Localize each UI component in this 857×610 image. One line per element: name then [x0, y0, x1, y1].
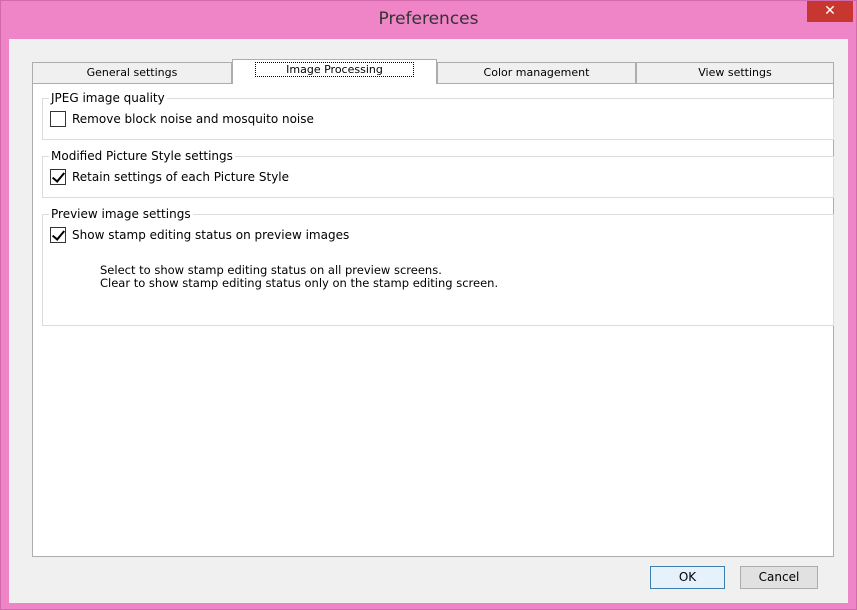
tab-general-settings[interactable]: General settings [32, 62, 232, 83]
remove-noise-checkbox[interactable] [50, 111, 66, 127]
retain-picture-style-checkbox-row[interactable]: Retain settings of each Picture Style [50, 169, 289, 185]
group-title: Preview image settings [49, 207, 193, 221]
tab-label: General settings [86, 66, 178, 79]
tab-label: Color management [483, 66, 590, 79]
tab-view-settings[interactable]: View settings [636, 62, 834, 83]
checkbox-label: Retain settings of each Picture Style [72, 170, 290, 184]
preview-settings-group: Preview image settings Show stamp editin… [42, 207, 834, 326]
title-bar: Preferences ✕ [1, 1, 856, 39]
retain-picture-style-checkbox[interactable] [50, 169, 66, 185]
window-title: Preferences [378, 9, 479, 29]
tab-label: Image Processing [255, 62, 414, 77]
checkbox-label: Remove block noise and mosquito noise [72, 112, 314, 126]
show-stamp-status-checkbox-row[interactable]: Show stamp editing status on preview ima… [50, 227, 349, 243]
remove-noise-checkbox-row[interactable]: Remove block noise and mosquito noise [50, 111, 314, 127]
tab-image-processing[interactable]: Image Processing [232, 59, 437, 84]
group-title: Modified Picture Style settings [49, 149, 235, 163]
ok-button[interactable]: OK [650, 566, 725, 589]
show-stamp-status-checkbox[interactable] [50, 227, 66, 243]
tab-color-management[interactable]: Color management [437, 62, 636, 83]
picture-style-group: Modified Picture Style settings Retain s… [42, 149, 834, 198]
description-line: Clear to show stamp editing status only … [100, 276, 499, 290]
tab-label: View settings [698, 66, 772, 79]
image-processing-panel: JPEG image quality Remove block noise an… [32, 83, 834, 557]
jpeg-quality-group: JPEG image quality Remove block noise an… [42, 91, 834, 140]
preferences-window: Preferences ✕ General settings Image Pro… [0, 0, 857, 610]
cancel-button[interactable]: Cancel [740, 566, 818, 589]
group-title: JPEG image quality [49, 91, 167, 105]
dialog-body: General settings Image Processing Color … [9, 39, 848, 603]
close-button[interactable]: ✕ [807, 1, 853, 22]
checkbox-label: Show stamp editing status on preview ima… [72, 228, 350, 242]
